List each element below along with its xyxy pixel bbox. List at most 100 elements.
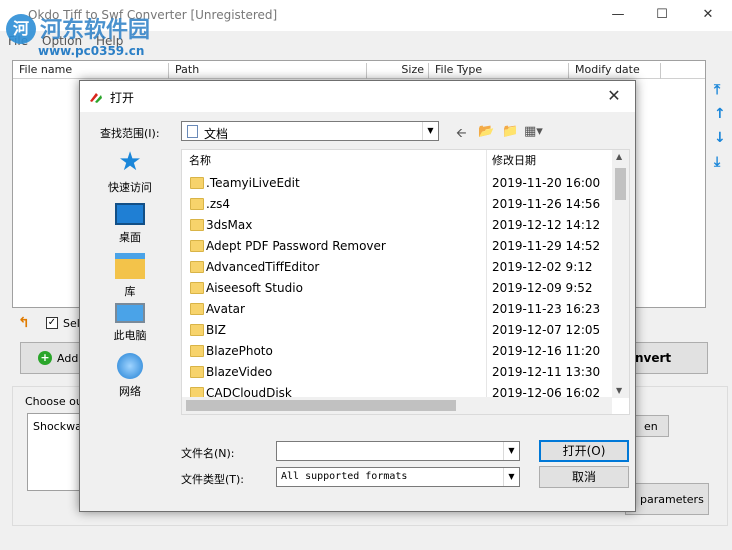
header-name[interactable]: 名称	[189, 150, 211, 172]
file-date: 2019-12-09 9:52	[492, 281, 593, 295]
sort-ascending-icon: ⌃	[332, 149, 341, 157]
move-bottom-icon[interactable]: ⤓	[714, 154, 720, 170]
view-menu-icon[interactable]: ▦▾	[524, 124, 543, 139]
back-icon[interactable]: 🡨	[456, 124, 467, 146]
add-button[interactable]: + Add	[20, 342, 82, 374]
place-label: 此电脑	[113, 329, 147, 342]
chevron-down-icon[interactable]: ▼	[503, 442, 519, 460]
watermark-logo: 河	[6, 14, 36, 44]
file-name: .zs4	[206, 197, 230, 211]
file-row[interactable]: BIZ 2019-12-07 12:05	[182, 319, 612, 340]
file-date: 2019-11-26 14:56	[492, 197, 601, 211]
folder-icon	[190, 219, 204, 231]
file-row[interactable]: .zs4 2019-11-26 14:56	[182, 193, 612, 214]
output-format-list[interactable]: Shockwa	[27, 413, 87, 491]
open-button[interactable]: 打开(O)	[539, 440, 629, 462]
filename-label: 文件名(N):	[181, 447, 235, 460]
document-icon	[187, 125, 198, 138]
move-top-icon[interactable]: ⤒	[714, 82, 720, 98]
vertical-scroll-thumb[interactable]	[615, 168, 626, 200]
open-file-dialog: 打开 ✕ 查找范围(I): 文档 ▼ 🡨 📂 📁 ▦▾ ★ 快速访问 桌面 库 …	[79, 80, 636, 512]
file-name: .TeamyiLiveEdit	[206, 176, 300, 190]
vertical-scrollbar[interactable]: ▲ ▼	[612, 150, 629, 398]
convert-button-label: nvert	[635, 351, 672, 365]
folder-icon	[190, 324, 204, 336]
file-date: 2019-11-29 14:52	[492, 239, 601, 253]
place-network[interactable]: 网络	[98, 353, 162, 399]
file-name: Adept PDF Password Remover	[206, 239, 386, 253]
parameters-label: parameters	[640, 493, 704, 506]
file-date: 2019-12-16 11:20	[492, 344, 601, 358]
file-row[interactable]: 3dsMax 2019-12-12 14:12	[182, 214, 612, 235]
place-this-pc[interactable]: 此电脑	[98, 303, 162, 343]
file-name: AdvancedTiffEditor	[206, 260, 320, 274]
col-size[interactable]: Size	[367, 63, 429, 79]
header-modified-date[interactable]: 修改日期	[492, 150, 536, 172]
watermark-url: www.pc0359.cn	[38, 44, 145, 58]
network-icon	[117, 353, 143, 379]
dialog-close-button[interactable]: ✕	[599, 83, 629, 109]
move-up-icon[interactable]: ↑	[714, 106, 726, 122]
folder-icon	[190, 366, 204, 378]
desktop-icon	[115, 203, 145, 225]
col-file-name[interactable]: File name	[13, 63, 169, 79]
parameters-button[interactable]: parameters	[625, 483, 709, 515]
file-name: BlazePhoto	[206, 344, 273, 358]
close-button[interactable]: ✕	[686, 2, 730, 28]
output-format-item[interactable]: Shockwa	[33, 420, 82, 433]
file-row[interactable]: Avatar 2019-11-23 16:23	[182, 298, 612, 319]
lookin-label: 查找范围(I):	[100, 127, 160, 140]
folder-icon	[190, 261, 204, 273]
file-date: 2019-12-12 14:12	[492, 218, 601, 232]
file-row[interactable]: BlazeVideo 2019-12-11 13:30	[182, 361, 612, 382]
file-row[interactable]: AdvancedTiffEditor 2019-12-02 9:12	[182, 256, 612, 277]
filetype-label: 文件类型(T):	[181, 473, 245, 486]
watermark-title: 河东软件园	[40, 17, 151, 43]
horizontal-scroll-thumb[interactable]	[186, 400, 456, 411]
library-icon	[115, 253, 145, 279]
minimize-button[interactable]: —	[596, 2, 640, 28]
cancel-button[interactable]: 取消	[539, 466, 629, 488]
file-list-header: File name Path Size File Type Modify dat…	[13, 61, 705, 79]
chevron-down-icon: ▼	[422, 122, 438, 140]
place-label: 库	[124, 285, 136, 298]
lookin-combo[interactable]: 文档 ▼	[181, 121, 439, 141]
filetype-select[interactable]: All supported formats ▼	[276, 467, 520, 487]
file-row[interactable]: BlazePhoto 2019-12-16 11:20	[182, 340, 612, 361]
dialog-title: 打开	[110, 91, 135, 105]
up-folder-icon[interactable]: ↰	[18, 315, 30, 331]
maximize-button[interactable]: ☐	[640, 2, 684, 28]
folder-icon	[190, 303, 204, 315]
place-desktop[interactable]: 桌面	[98, 203, 162, 245]
up-level-icon[interactable]: 📂	[478, 124, 494, 139]
file-name: 3dsMax	[206, 218, 253, 232]
folder-icon	[190, 282, 204, 294]
computer-icon	[115, 303, 145, 323]
scroll-up-icon[interactable]: ▲	[616, 152, 622, 161]
col-modify-date[interactable]: Modify date	[569, 63, 661, 79]
select-all-checkbox[interactable]: ✓	[46, 317, 58, 329]
folder-icon	[190, 198, 204, 210]
place-label: 网络	[119, 385, 141, 398]
scroll-down-icon[interactable]: ▼	[616, 386, 622, 395]
new-folder-icon[interactable]: 📁	[502, 124, 518, 139]
move-down-icon[interactable]: ↓	[714, 130, 726, 146]
file-name: Avatar	[206, 302, 245, 316]
dialog-file-list[interactable]: 名称 ⌃ 修改日期 .TeamyiLiveEdit 2019-11-20 16:0…	[181, 149, 630, 415]
file-date: 2019-11-20 16:00	[492, 176, 601, 190]
chevron-down-icon[interactable]: ▼	[503, 468, 519, 486]
file-row[interactable]: Aiseesoft Studio 2019-12-09 9:52	[182, 277, 612, 298]
file-row[interactable]: .TeamyiLiveEdit 2019-11-20 16:00	[182, 172, 612, 193]
file-date: 2019-12-11 13:30	[492, 365, 601, 379]
file-date: 2019-12-02 9:12	[492, 260, 593, 274]
place-label: 快速访问	[108, 181, 152, 194]
place-quick-access[interactable]: ★ 快速访问	[98, 149, 162, 195]
col-path[interactable]: Path	[169, 63, 367, 79]
filename-input[interactable]: ▼	[276, 441, 520, 461]
file-row[interactable]: Adept PDF Password Remover 2019-11-29 14:…	[182, 235, 612, 256]
col-file-type[interactable]: File Type	[429, 63, 569, 79]
file-name: BIZ	[206, 323, 226, 337]
place-library[interactable]: 库	[98, 253, 162, 299]
horizontal-scrollbar[interactable]	[182, 397, 612, 414]
open-output-label: en	[644, 420, 658, 433]
